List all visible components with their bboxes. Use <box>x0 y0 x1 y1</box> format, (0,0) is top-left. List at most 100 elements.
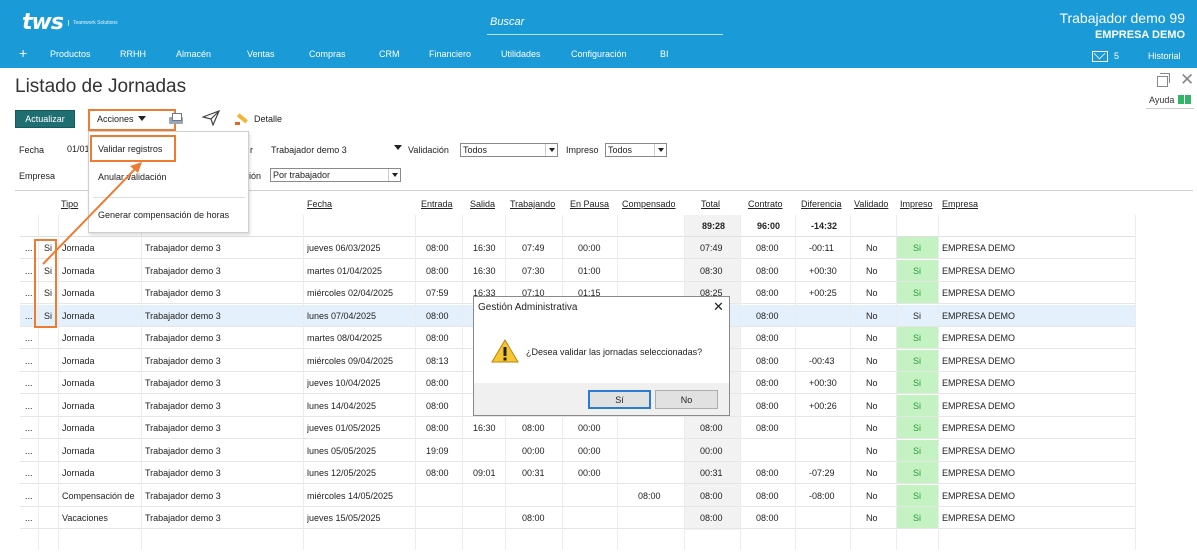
impreso-cell: Si <box>913 333 922 343</box>
nav-item-almacen[interactable]: Almacén <box>176 49 211 59</box>
row-menu[interactable]: ... <box>25 288 33 298</box>
page-title: Listado de Jornadas <box>15 76 187 97</box>
contrato-cell: 08:00 <box>756 355 779 366</box>
close-icon[interactable]: ✕ <box>713 299 724 315</box>
book-icon[interactable] <box>1178 95 1192 105</box>
row-menu[interactable]: ... <box>25 266 33 276</box>
row-menu[interactable]: ... <box>25 243 33 253</box>
column-header[interactable]: En Pausa <box>570 199 609 209</box>
detalle-button[interactable]: Detalle <box>254 114 282 124</box>
mail-count: 5 <box>1114 51 1120 61</box>
nav-item-ventas[interactable]: Ventas <box>247 49 275 59</box>
impreso-cell: Si <box>913 355 922 366</box>
logo-text: tws <box>22 10 64 35</box>
column-header[interactable]: Diferencia <box>801 199 842 209</box>
row-menu[interactable]: ... <box>25 333 33 343</box>
column-header[interactable]: Impreso <box>900 199 933 209</box>
send-icon[interactable] <box>202 110 220 126</box>
salida-cell: 16:30 <box>473 423 496 433</box>
agrupacion-select[interactable]: Por trabajador <box>270 168 401 182</box>
table-row[interactable]: ... Si Jornada Trabajador demo 3 martes 01/0… <box>20 259 1135 282</box>
nav-item-productos[interactable]: Productos <box>50 49 91 59</box>
nav-item-rrhh[interactable]: RRHH <box>120 49 146 59</box>
row-menu[interactable]: ... <box>25 378 33 388</box>
nav-item-utilidades[interactable]: Utilidades <box>501 49 541 59</box>
table-row[interactable]: ... Si Jornada Trabajador demo 3 jueves 06/0… <box>20 237 1135 259</box>
row-menu[interactable]: ... <box>25 311 33 321</box>
trabajador-cell: Trabajador demo 3 <box>145 310 221 321</box>
nav-item-compras[interactable]: Compras <box>309 49 346 59</box>
column-header[interactable]: Trabajando <box>510 199 555 209</box>
column-header[interactable]: Entrada <box>421 199 453 209</box>
logo[interactable]: tws Teamwork Solutions <box>22 10 118 35</box>
row-menu[interactable]: ... <box>25 356 33 366</box>
validacion-select[interactable]: Todos <box>460 143 558 157</box>
yes-button[interactable]: Sí <box>588 390 651 409</box>
row-menu[interactable]: ... <box>25 513 33 523</box>
user-name[interactable]: Trabajador demo 99 <box>1059 10 1185 26</box>
trabajador-select[interactable]: Trabajador demo 3 <box>271 145 347 155</box>
column-header[interactable]: Empresa <box>942 199 978 209</box>
column-header[interactable]: Total <box>701 199 720 209</box>
validado-cell: No <box>866 490 878 501</box>
validado-cell: No <box>866 378 878 388</box>
no-button[interactable]: No <box>655 390 718 409</box>
pencil-icon[interactable] <box>234 110 250 126</box>
nav-item-financiero[interactable]: Financiero <box>429 49 471 59</box>
impreso-select[interactable]: Todos <box>605 143 667 157</box>
column-header[interactable]: Validado <box>854 199 888 209</box>
nav-item-crm[interactable]: CRM <box>379 49 400 59</box>
tipo-cell: Jornada <box>62 468 95 478</box>
column-header[interactable]: Salida <box>470 199 495 209</box>
validado-cell: No <box>866 468 878 478</box>
fecha-cell: lunes 14/04/2025 <box>307 400 377 411</box>
impreso-cell: Si <box>913 310 922 321</box>
col-divider <box>740 215 741 550</box>
historial-link[interactable]: Historial <box>1148 51 1181 61</box>
table-row[interactable]: ... Vacaciones Trabajador demo 3 jueves 15/… <box>20 507 1135 529</box>
menu-divider <box>93 197 245 198</box>
nav-item-bi[interactable]: BI <box>660 49 669 59</box>
entrada-cell: 08:13 <box>426 355 449 366</box>
restore-icon[interactable] <box>1156 73 1170 87</box>
row-menu[interactable]: ... <box>25 401 33 411</box>
row-menu[interactable]: ... <box>25 491 33 501</box>
impreso-cell: Si <box>913 265 922 276</box>
col-divider <box>1135 215 1136 550</box>
row-menu[interactable]: ... <box>25 446 33 456</box>
tipo-cell: Vacaciones <box>62 513 108 523</box>
table-row[interactable]: ... Jornada Trabajador demo 3 jueves 01/05/… <box>20 417 1135 439</box>
column-header[interactable]: Tipo <box>61 199 78 209</box>
tipo-cell: Jornada <box>62 378 95 388</box>
table-row[interactable]: ... Jornada Trabajador demo 3 lunes 05/05/2… <box>20 439 1135 462</box>
printer-icon[interactable] <box>168 112 184 126</box>
actualizar-button[interactable]: Actualizar <box>15 110 75 128</box>
menu-item-anular[interactable]: Anular validación <box>98 172 167 182</box>
chevron-down-icon[interactable] <box>394 145 402 150</box>
help-link[interactable]: Ayuda <box>1149 95 1174 105</box>
contrato-cell: 08:00 <box>756 310 779 321</box>
diferencia-cell: -00:43 <box>809 355 835 366</box>
tipo-cell: Jornada <box>62 355 95 366</box>
nav-item-configuracion[interactable]: Configuración <box>571 49 627 59</box>
menu-item-generar[interactable]: Generar compensación de horas <box>98 210 229 220</box>
trabajador-cell: Trabajador demo 3 <box>145 378 221 388</box>
mail-icon[interactable] <box>1092 51 1108 62</box>
column-header[interactable]: Compensado <box>622 199 676 209</box>
table-row[interactable]: ... Compensación de Trabajador demo 3 miérc… <box>20 484 1135 507</box>
trabajando-cell: 08:00 <box>522 513 545 523</box>
column-header[interactable]: Contrato <box>748 199 783 209</box>
col-divider <box>850 215 851 550</box>
column-header[interactable]: Fecha <box>307 199 332 209</box>
table-row[interactable]: ... Jornada Trabajador demo 3 lunes 12/05/2… <box>20 462 1135 484</box>
fecha-field[interactable]: 01/01 <box>67 144 90 154</box>
row-menu[interactable]: ... <box>25 468 33 478</box>
contrato-cell: 08:00 <box>756 400 779 411</box>
search-input[interactable]: Buscar <box>490 16 524 28</box>
col-divider <box>141 215 142 550</box>
impreso-cell: Si <box>913 445 922 456</box>
dialog-body: ¿Desea validar las jornadas seleccionada… <box>474 317 729 383</box>
nav-plus-button[interactable]: + <box>19 45 27 61</box>
row-menu[interactable]: ... <box>25 423 33 433</box>
close-icon[interactable]: ✕ <box>1180 70 1194 90</box>
